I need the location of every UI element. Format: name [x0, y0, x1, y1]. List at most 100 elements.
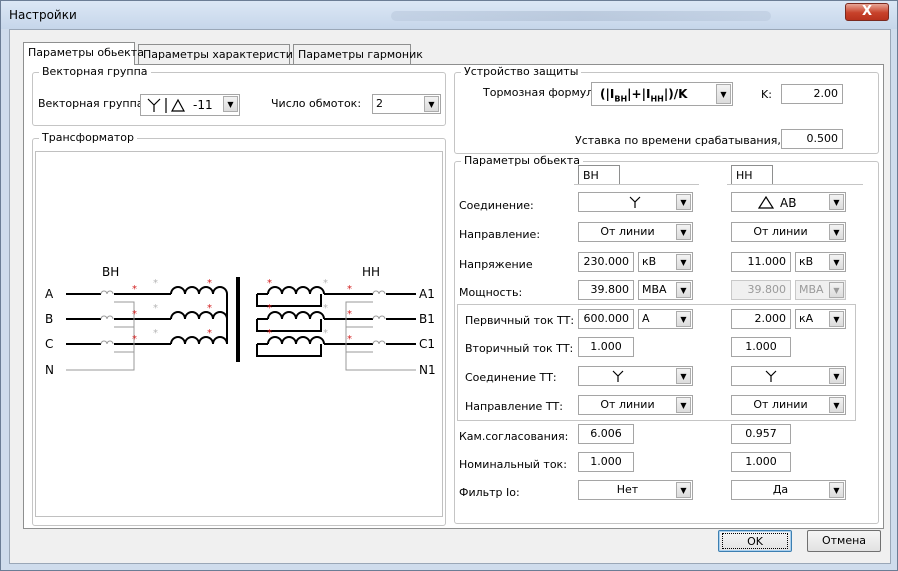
chevron-down-icon[interactable]: ▼ — [829, 224, 844, 240]
protection-box: Устройство защиты Тормозная формула: (|I… — [454, 65, 879, 154]
formula-select[interactable]: (|IВН|+|IНН|)/K ▼ — [591, 82, 733, 106]
tab-object-params[interactable]: Параметры обьекта — [23, 42, 144, 65]
hv-nominal-input[interactable]: 1.000 — [578, 452, 634, 472]
chevron-down-icon[interactable]: ▼ — [829, 397, 844, 413]
hv-direction-select[interactable]: От линии ▼ — [578, 222, 693, 242]
k-input[interactable]: 2.00 — [781, 84, 843, 104]
title-bar[interactable]: Настройки X — [1, 1, 897, 29]
transformer-diagram: * * * * * * * * * * * * * * * * * * ВН НН A — [35, 151, 443, 517]
transformer-schematic: *** *** *** *** *** *** ВН НН A B C N A1… — [45, 265, 436, 377]
chevron-down-icon[interactable]: ▼ — [676, 311, 691, 327]
lv-phase-a1: A1 — [419, 287, 435, 301]
svg-text:*: * — [132, 309, 137, 320]
vector-group-box: Векторная группа Векторная группа: -11 ▼… — [32, 65, 446, 126]
hv-ct-direction-select[interactable]: От линии ▼ — [578, 395, 693, 415]
chevron-down-icon[interactable]: ▼ — [829, 482, 844, 498]
svg-text:*: * — [207, 328, 212, 339]
chevron-down-icon[interactable]: ▼ — [829, 311, 844, 327]
connection-label: Соединение: — [459, 199, 534, 212]
chevron-down-icon[interactable]: ▼ — [676, 397, 691, 413]
hv-phase-b: B — [45, 312, 53, 326]
hv-ct-primary-unit-select[interactable]: А ▼ — [638, 309, 693, 329]
hv-side-label: ВН — [102, 265, 119, 279]
chevron-down-icon[interactable]: ▼ — [829, 194, 844, 210]
lv-connection-select[interactable]: AB ▼ — [731, 192, 846, 212]
close-icon[interactable]: X — [845, 3, 889, 21]
svg-text:*: * — [347, 309, 352, 320]
svg-text:*: * — [153, 328, 158, 339]
tab-lv[interactable]: НН — [731, 165, 773, 185]
star-icon — [629, 196, 641, 208]
lv-ct-primary-unit-select[interactable]: кА ▼ — [795, 309, 846, 329]
windings-label: Число обмоток: — [271, 97, 362, 110]
chevron-down-icon[interactable]: ▼ — [676, 482, 691, 498]
lv-connection-text: AB — [780, 196, 797, 210]
chevron-down-icon[interactable]: ▼ — [676, 254, 691, 270]
protection-title: Устройство защиты — [461, 65, 582, 78]
lv-filter-select[interactable]: Да ▼ — [731, 480, 846, 500]
hv-connection-select[interactable]: ▼ — [578, 192, 693, 212]
hv-power-unit-select[interactable]: МВА ▼ — [638, 280, 693, 300]
lv-ct-connection-select[interactable]: ▼ — [731, 366, 846, 386]
chevron-down-icon[interactable]: ▼ — [676, 282, 691, 298]
delay-input[interactable]: 0.500 — [781, 129, 843, 149]
lv-voltage-unit-select[interactable]: кВ ▼ — [795, 252, 846, 272]
transformer-box: Трансформатор * * * * * * * * * * * * * … — [32, 131, 446, 526]
star-icon — [765, 370, 777, 382]
vector-group-label: Векторная группа: — [38, 97, 148, 110]
hv-ct-connection-select[interactable]: ▼ — [578, 366, 693, 386]
matching-label: Кам.согласования: — [459, 430, 569, 443]
tab-characteristic-params[interactable]: Параметры характеристики — [138, 44, 307, 64]
windings-select[interactable]: 2 ▼ — [372, 94, 441, 114]
lv-ct-secondary-input[interactable]: 1.000 — [731, 337, 791, 357]
hv-filter-select[interactable]: Нет ▼ — [578, 480, 693, 500]
ct-primary-label: Первичный ток ТТ: — [465, 314, 575, 327]
hv-ct-secondary-input[interactable]: 1.000 — [578, 337, 634, 357]
lv-matching-input[interactable]: 0.957 — [731, 424, 791, 444]
cancel-button[interactable]: Отмена — [807, 530, 881, 552]
chevron-down-icon[interactable]: ▼ — [676, 368, 691, 384]
lv-nominal-input[interactable]: 1.000 — [731, 452, 791, 472]
svg-text:*: * — [132, 284, 137, 295]
lv-voltage-input[interactable]: 11.000 — [731, 252, 791, 272]
chevron-down-icon[interactable]: ▼ — [829, 254, 844, 270]
vector-group-suffix: -11 — [193, 98, 213, 112]
hv-ct-primary-input[interactable]: 600.000 — [578, 309, 634, 329]
formula-value: (|IВН|+|IНН|)/K — [600, 87, 688, 104]
star-icon — [612, 370, 624, 382]
svg-text:*: * — [267, 278, 272, 289]
power-label: Мощность: — [459, 286, 523, 299]
chevron-down-icon[interactable]: ▼ — [424, 96, 439, 112]
hv-voltage-input[interactable]: 230.000 — [578, 252, 634, 272]
ok-button[interactable]: OK — [718, 530, 792, 552]
lv-side-label: НН — [362, 265, 380, 279]
transformer-title: Трансформатор — [39, 131, 137, 144]
lv-ct-primary-input[interactable]: 2.000 — [731, 309, 791, 329]
svg-text:*: * — [323, 278, 328, 289]
hv-phase-a: A — [45, 287, 54, 301]
hv-phase-c: C — [45, 337, 53, 351]
nominal-current-label: Номинальный ток: — [459, 458, 567, 471]
svg-text:*: * — [153, 303, 158, 314]
title-bar-blur — [391, 11, 771, 21]
chevron-down-icon[interactable]: ▼ — [676, 194, 691, 210]
tab-harmonic-params[interactable]: Параметры гармоник — [293, 44, 423, 64]
ct-direction-label: Направление ТТ: — [465, 400, 563, 413]
settings-window: Настройки X Параметры обьекта Параметры … — [0, 0, 898, 571]
svg-text:*: * — [323, 303, 328, 314]
svg-text:*: * — [323, 328, 328, 339]
lv-direction-select[interactable]: От линии ▼ — [731, 222, 846, 242]
hv-power-input[interactable]: 39.800 — [578, 280, 634, 300]
chevron-down-icon[interactable]: ▼ — [829, 368, 844, 384]
chevron-down-icon[interactable]: ▼ — [223, 96, 238, 112]
chevron-down-icon[interactable]: ▼ — [716, 84, 731, 104]
tab-hv[interactable]: ВН — [578, 165, 620, 185]
lv-section-line — [727, 184, 863, 185]
svg-text:*: * — [207, 278, 212, 289]
hv-voltage-unit-select[interactable]: кВ ▼ — [638, 252, 693, 272]
lv-ct-direction-select[interactable]: От линии ▼ — [731, 395, 846, 415]
vector-group-select[interactable]: -11 ▼ — [140, 94, 240, 116]
formula-label: Тормозная формула: — [483, 86, 604, 99]
chevron-down-icon[interactable]: ▼ — [676, 224, 691, 240]
hv-matching-input[interactable]: 6.006 — [578, 424, 634, 444]
